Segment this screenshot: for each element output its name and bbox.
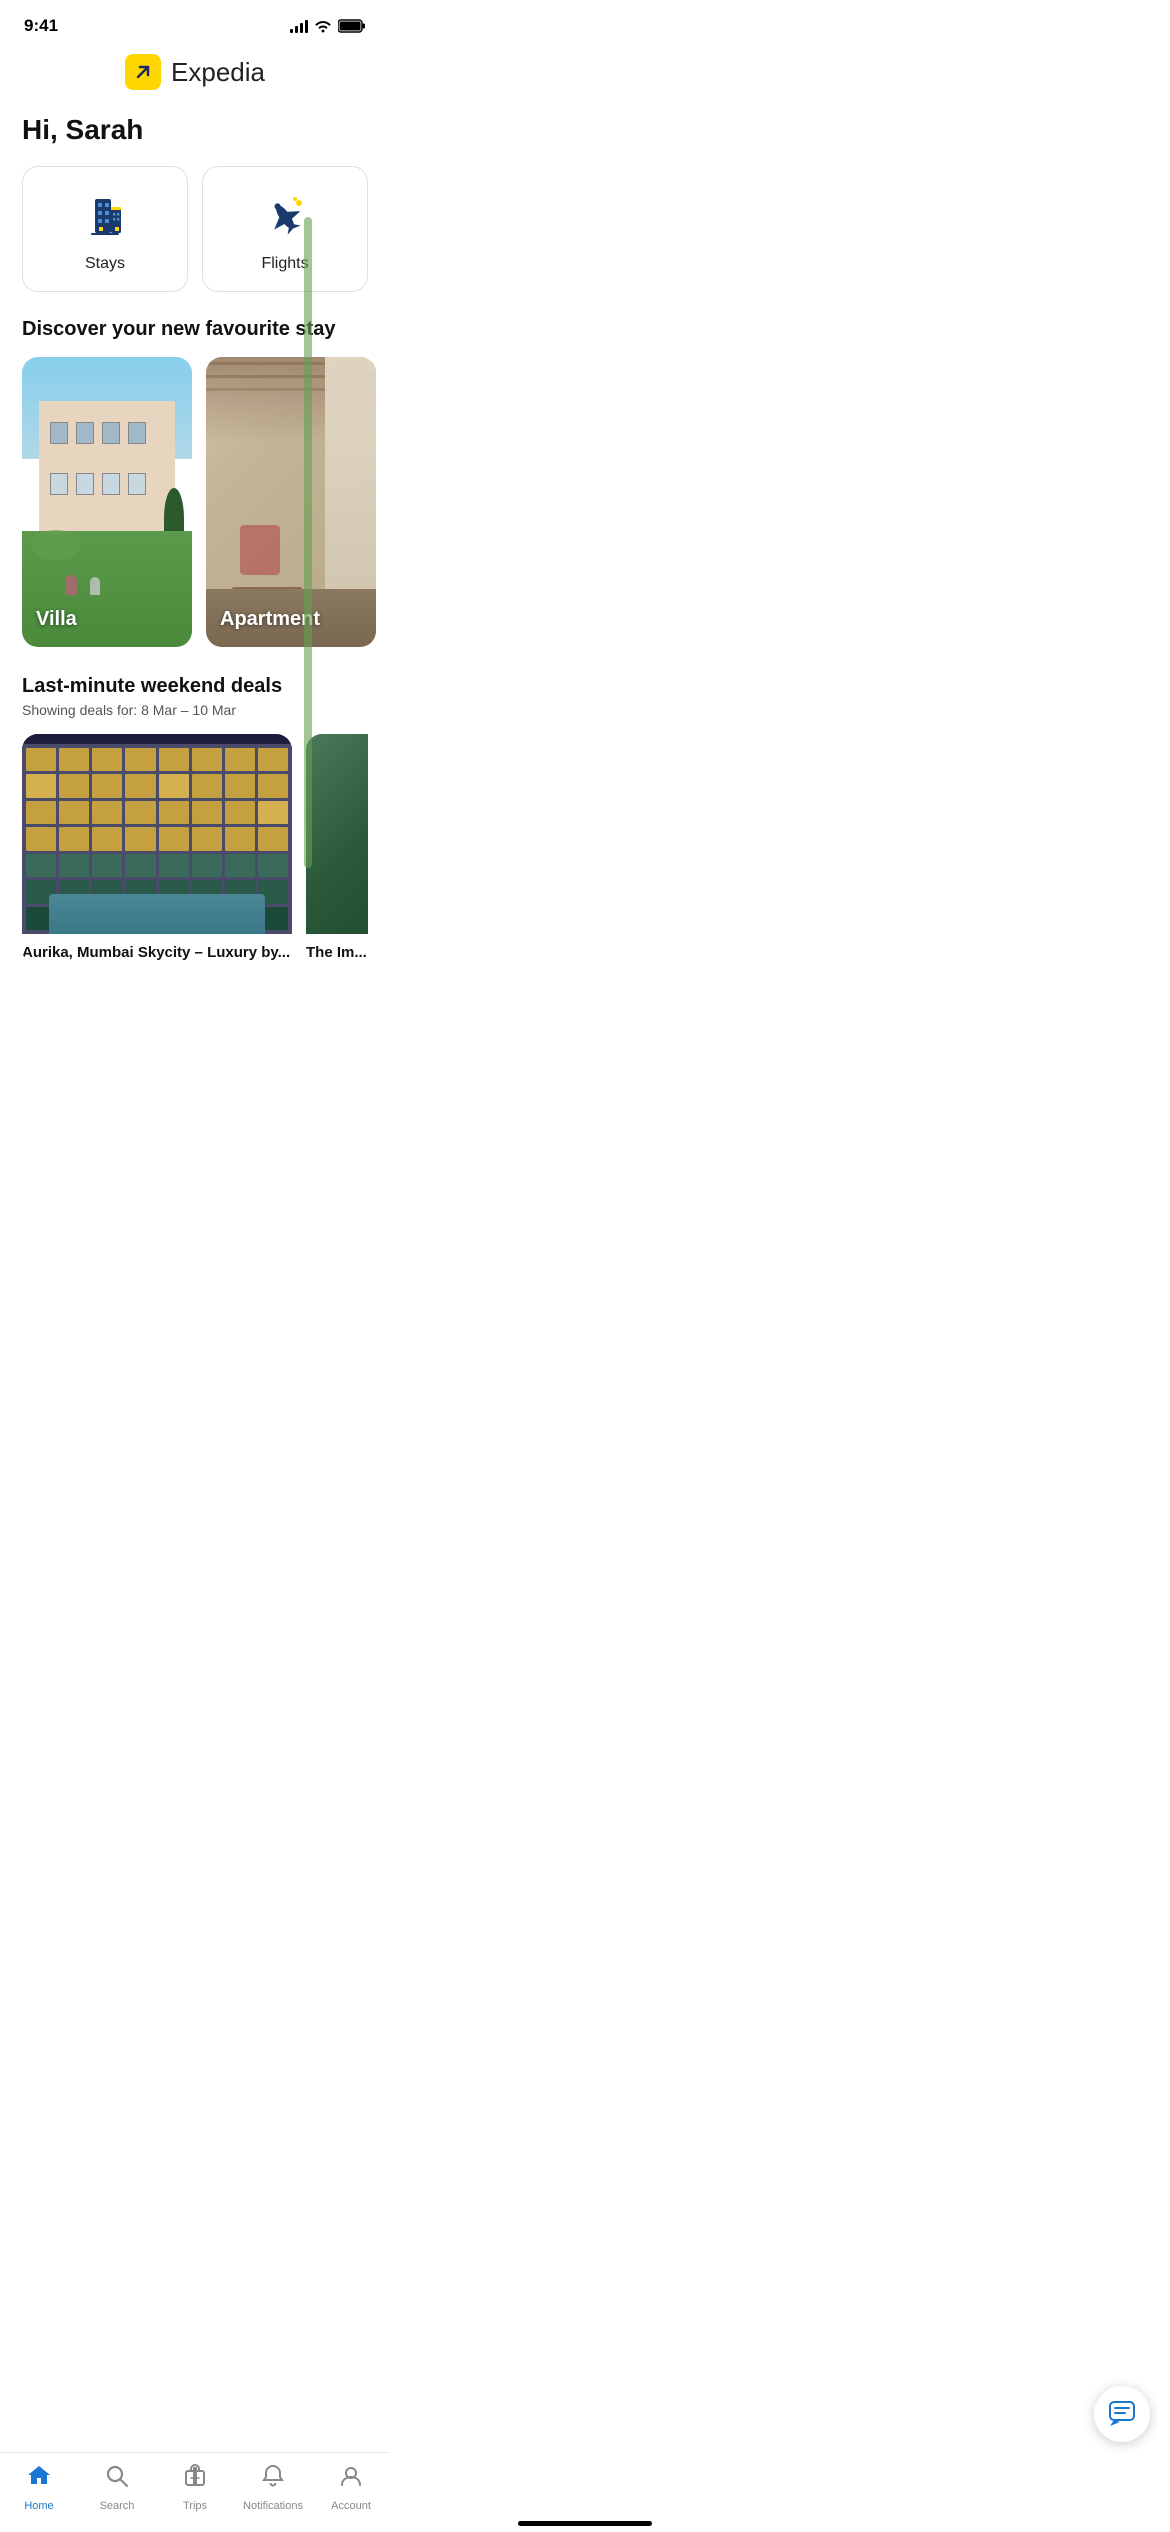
status-time: 9:41 <box>24 16 58 36</box>
discover-section-title: Discover your new favourite stay <box>0 318 390 357</box>
flights-card[interactable]: Flights <box>202 166 368 292</box>
deals-scroll: Aurika, Mumbai Skycity – Luxury by... Th… <box>22 734 368 965</box>
status-bar: 9:41 <box>0 0 390 44</box>
deals-title: Last-minute weekend deals <box>22 675 368 698</box>
app-name: Expedia <box>171 57 265 88</box>
nav-trips[interactable]: Trips <box>165 2463 225 2512</box>
quick-access-section: Stays <box>0 166 390 318</box>
villa-label: Villa <box>36 608 77 631</box>
expedia-logo <box>125 54 161 90</box>
chat-bubble[interactable] <box>1094 2386 1150 2442</box>
trips-icon <box>182 2463 208 2496</box>
stays-label: Stays <box>85 255 125 273</box>
nav-notifications-label: Notifications <box>243 2500 303 2512</box>
nav-home[interactable]: Home <box>9 2463 69 2512</box>
nav-account[interactable]: Account <box>321 2463 381 2512</box>
deal-card-2-image <box>306 734 368 934</box>
apartment-card[interactable]: Apartment <box>206 357 376 647</box>
deals-section: Last-minute weekend deals Showing deals … <box>0 675 390 985</box>
flights-label: Flights <box>261 255 308 273</box>
stays-icon <box>77 189 133 245</box>
deal-card-2-title: The Im... <box>306 934 368 965</box>
stays-card[interactable]: Stays <box>22 166 188 292</box>
expedia-logo-arrow-icon <box>132 61 154 83</box>
notifications-icon <box>260 2463 286 2496</box>
discover-scroll: Villa <box>0 357 390 675</box>
home-icon <box>26 2463 52 2496</box>
nav-search[interactable]: Search <box>87 2463 147 2512</box>
deal-card-2[interactable]: The Im... <box>306 734 368 965</box>
nav-home-label: Home <box>24 2500 53 2512</box>
app-header: Expedia <box>0 44 390 104</box>
battery-icon <box>338 19 366 33</box>
villa-card[interactable]: Villa <box>22 357 192 647</box>
nav-notifications[interactable]: Notifications <box>243 2463 303 2512</box>
account-icon <box>338 2463 364 2496</box>
nav-search-label: Search <box>100 2500 135 2512</box>
nav-trips-label: Trips <box>183 2500 207 2512</box>
deal-card-1[interactable]: Aurika, Mumbai Skycity – Luxury by... <box>22 734 292 965</box>
deal-card-1-title: Aurika, Mumbai Skycity – Luxury by... <box>22 934 292 965</box>
status-icons <box>290 19 366 33</box>
nav-account-label: Account <box>331 2500 371 2512</box>
home-indicator <box>518 2521 652 2526</box>
deals-subtitle: Showing deals for: 8 Mar – 10 Mar <box>22 702 368 718</box>
search-icon <box>104 2463 130 2496</box>
greeting-text: Hi, Sarah <box>0 104 390 166</box>
deal-card-1-image <box>22 734 292 934</box>
bottom-nav: Home Search Trips <box>0 2452 390 2532</box>
chat-bubble-icon <box>1108 2400 1136 2428</box>
signal-icon <box>290 19 308 33</box>
wifi-icon <box>314 19 332 33</box>
